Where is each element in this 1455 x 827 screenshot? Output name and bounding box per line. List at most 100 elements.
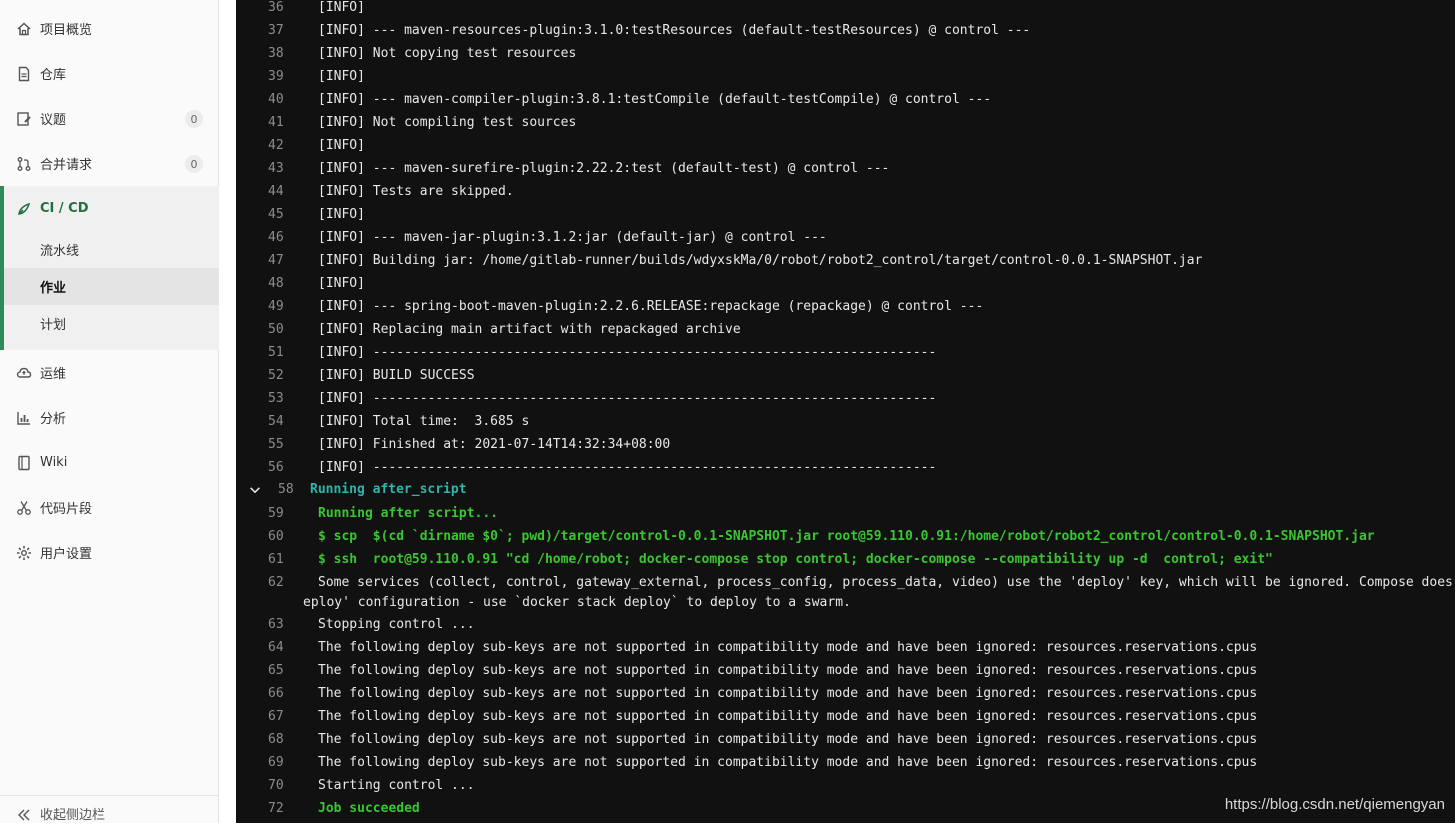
log-line: 45 [INFO]	[236, 205, 1455, 228]
log-line: 64 The following deploy sub-keys are not …	[236, 638, 1455, 661]
sidebar-item-cicd[interactable]: CI / CD	[16, 186, 89, 231]
merge-requests-count-badge: 0	[185, 155, 203, 173]
sidebar-item-label: 项目概览	[40, 23, 93, 38]
sidebar-item-label: 议题	[40, 113, 67, 128]
watermark: https://blog.csdn.net/qiemengyan	[1224, 796, 1445, 813]
sidebar-subitem-jobs[interactable]: 作业	[4, 268, 219, 305]
log-text: The following deploy sub-keys are not su…	[318, 732, 1258, 747]
log-line: 67 The following deploy sub-keys are not …	[236, 707, 1455, 730]
log-line: 38 [INFO] Not copying test resources	[236, 44, 1455, 67]
home-icon	[16, 21, 32, 37]
log-text: $ ssh root@59.110.0.91 "cd /home/robot; …	[318, 552, 1273, 567]
log-text: [INFO] --- maven-surefire-plugin:2.22.2:…	[318, 161, 890, 176]
sidebar-item-analytics[interactable]: 分析	[0, 395, 219, 440]
log-text: The following deploy sub-keys are not su…	[318, 640, 1258, 655]
sidebar-subitem-schedules[interactable]: 计划	[4, 305, 219, 342]
log-text: [INFO] --- maven-resources-plugin:3.1.0:…	[318, 23, 1031, 38]
sidebar-item-label: 仓库	[40, 68, 67, 83]
sidebar-item-label: 运维	[40, 367, 67, 382]
log-line: 54 [INFO] Total time: 3.685 s	[236, 412, 1455, 435]
log-line: 47 [INFO] Building jar: /home/gitlab-runn…	[236, 251, 1455, 274]
log-line: 40 [INFO] --- maven-compiler-plugin:3.8.1…	[236, 90, 1455, 113]
log-text: [INFO] Finished at: 2021-07-14T14:32:34+…	[318, 437, 671, 452]
log-text: [INFO] Building jar: /home/gitlab-runner…	[318, 253, 1203, 268]
log-text: [INFO]	[318, 207, 365, 222]
sidebar-item-label: Wiki	[40, 455, 68, 470]
log-line: 63 Stopping control ...	[236, 615, 1455, 638]
log-text: [INFO] BUILD SUCCESS	[318, 368, 475, 383]
log-line: 36 [INFO]	[236, 0, 1455, 21]
sidebar-subitem-pipelines[interactable]: 流水线	[4, 231, 219, 268]
sidebar-item-label: 代码片段	[40, 502, 93, 517]
scissors-icon	[16, 500, 32, 516]
sidebar-item-settings[interactable]: 用户设置	[0, 530, 219, 575]
section-title: Running after_script	[310, 482, 467, 497]
sidebar-item-wiki[interactable]: Wiki	[0, 440, 219, 485]
issues-count-badge: 0	[185, 110, 203, 128]
log-line: 69 The following deploy sub-keys are not …	[236, 753, 1455, 776]
log-text: Stopping control ...	[318, 617, 475, 632]
log-line: 65 The following deploy sub-keys are not …	[236, 661, 1455, 684]
log-text: [INFO]	[318, 138, 365, 153]
chart-icon	[16, 410, 32, 426]
log-text: The following deploy sub-keys are not su…	[318, 686, 1258, 701]
log-line: 61 $ ssh root@59.110.0.91 "cd /home/robot…	[236, 550, 1455, 573]
log-text: [INFO] ---------------------------------…	[318, 391, 937, 406]
sidebar-item-snippets[interactable]: 代码片段	[0, 485, 219, 530]
sidebar-item-operations[interactable]: 运维	[0, 350, 219, 395]
log-line: 49 [INFO] --- spring-boot-maven-plugin:2.…	[236, 297, 1455, 320]
log-line: 48 [INFO]	[236, 274, 1455, 297]
log-text: [INFO] Tests are skipped.	[318, 184, 514, 199]
sidebar-group-cicd: CI / CD 流水线 作业 计划	[0, 186, 219, 350]
log-text: [INFO] Total time: 3.685 s	[318, 414, 530, 429]
log-line: 50 [INFO] Replacing main artifact with re…	[236, 320, 1455, 343]
sidebar-subitem-label: 流水线	[40, 244, 80, 259]
log-line: 55 [INFO] Finished at: 2021-07-14T14:32:3…	[236, 435, 1455, 458]
sidebar-item-merge-requests[interactable]: 合并请求 0	[0, 141, 219, 186]
log-text: The following deploy sub-keys are not su…	[318, 709, 1258, 724]
log-text: [INFO] Not compiling test sources	[318, 115, 577, 130]
log-line: 66 The following deploy sub-keys are not …	[236, 684, 1455, 707]
sidebar-item-label: 用户设置	[40, 547, 93, 562]
log-text: [INFO]	[318, 0, 365, 15]
sidebar-item-overview[interactable]: 项目概览	[0, 6, 219, 51]
log-line: 51 [INFO] -------------------------------…	[236, 343, 1455, 366]
log-line: 43 [INFO] --- maven-surefire-plugin:2.22.…	[236, 159, 1455, 182]
sidebar-subitem-label: 作业	[40, 281, 67, 296]
log-text: Job succeeded	[318, 801, 420, 816]
chevron-down-icon[interactable]	[248, 480, 264, 500]
log-text: [INFO] --- maven-compiler-plugin:3.8.1:t…	[318, 92, 992, 107]
log-line: 59 Running after script...	[236, 504, 1455, 527]
double-chevron-left-icon	[16, 807, 32, 823]
merge-request-icon	[16, 156, 32, 172]
log-text: The following deploy sub-keys are not su…	[318, 755, 1258, 770]
log-line: 39 [INFO]	[236, 67, 1455, 90]
log-text-wrapped: eploy' configuration - use `docker stack…	[303, 595, 851, 610]
log-text: [INFO] ---------------------------------…	[318, 345, 937, 360]
log-line: 52 [INFO] BUILD SUCCESS	[236, 366, 1455, 389]
log-text: Some services (collect, control, gateway…	[318, 575, 1453, 590]
document-icon	[16, 66, 32, 82]
log-text: Running after script...	[318, 506, 499, 521]
log-text: The following deploy sub-keys are not su…	[318, 663, 1258, 678]
log-line: 53 [INFO] -------------------------------…	[236, 389, 1455, 412]
sidebar-item-label: CI / CD	[40, 201, 89, 216]
sidebar-item-issues[interactable]: 议题 0	[0, 96, 219, 141]
log-text: [INFO] --- spring-boot-maven-plugin:2.2.…	[318, 299, 984, 314]
log-text: [INFO] Not copying test resources	[318, 46, 577, 61]
sidebar-item-repository[interactable]: 仓库	[0, 51, 219, 96]
sidebar-subitem-label: 计划	[40, 318, 67, 333]
log-text: Starting control ...	[318, 778, 475, 793]
log-line: 62 Some services (collect, control, gate…	[236, 573, 1455, 616]
log-line: 44 [INFO] Tests are skipped.	[236, 182, 1455, 205]
log-text: [INFO] --- maven-jar-plugin:3.1.2:jar (d…	[318, 230, 827, 245]
cloud-icon	[16, 365, 32, 381]
collapse-sidebar-label: 收起侧边栏	[40, 808, 106, 823]
log-text: [INFO]	[318, 69, 365, 84]
log-section-header[interactable]: 58 Running after_script	[236, 480, 1455, 503]
collapse-sidebar-button[interactable]: 收起侧边栏	[0, 795, 219, 823]
log-line: 68 The following deploy sub-keys are not …	[236, 730, 1455, 753]
log-line: 56 [INFO] -------------------------------…	[236, 458, 1455, 481]
job-log[interactable]: 36 [INFO] 37 [INFO] --- maven-resources-pl…	[236, 0, 1455, 823]
log-text: [INFO] ---------------------------------…	[318, 460, 937, 475]
